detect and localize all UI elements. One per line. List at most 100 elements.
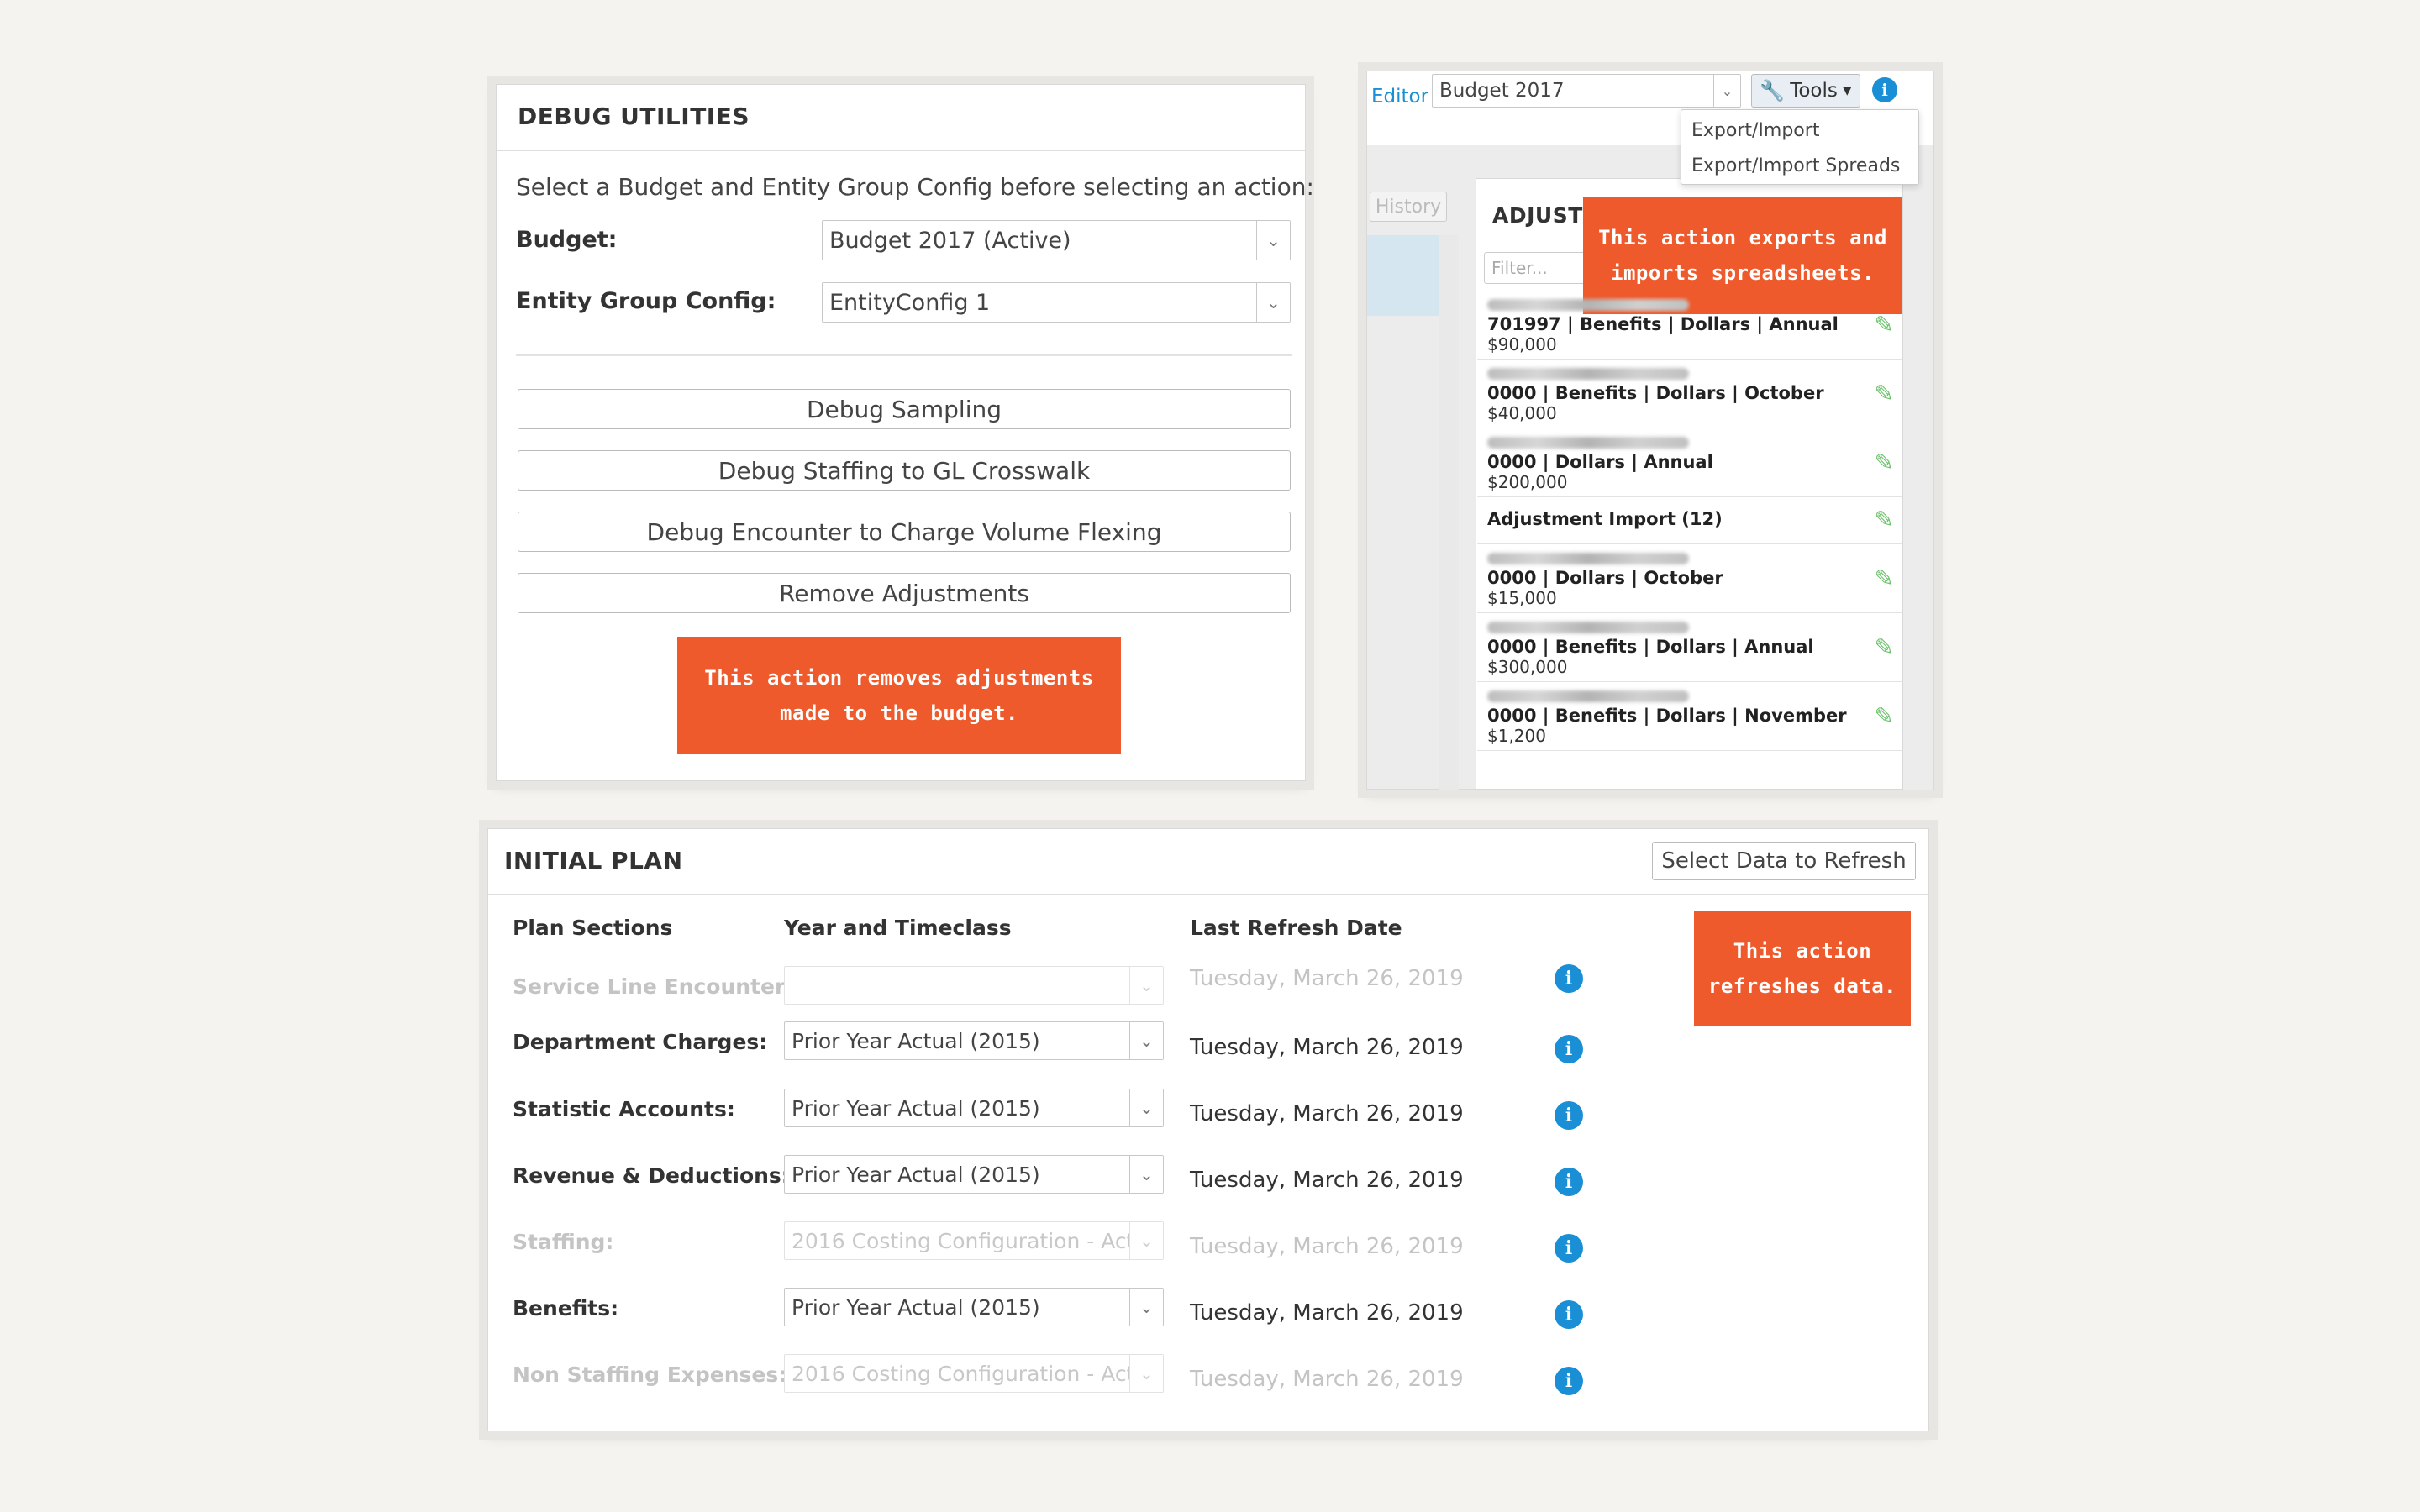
pencil-edit-icon[interactable]: ✎ <box>1875 564 1894 592</box>
entity-group-config-select[interactable]: EntityConfig 1 ⌄ <box>822 282 1291 323</box>
debug-encounter-charge-flexing-button[interactable]: Debug Encounter to Charge Volume Flexing <box>518 512 1291 552</box>
row-label-non-staffing-expenses: Non Staffing Expenses: <box>513 1362 787 1387</box>
refresh-date: Tuesday, March 26, 2019 <box>1190 1168 1464 1193</box>
list-item[interactable]: Adjustment Import (12) ✎ <box>1477 497 1906 544</box>
list-item[interactable]: 0000 | Dollars | October $15,000 ✎ <box>1477 544 1906 613</box>
select-value: Prior Year Actual (2015) <box>792 1294 1040 1320</box>
refresh-date: Tuesday, March 26, 2019 <box>1190 1300 1464 1326</box>
debug-sampling-button[interactable]: Debug Sampling <box>518 389 1291 429</box>
statistic-accounts-select[interactable]: Prior Year Actual (2015) ⌄ <box>784 1089 1164 1127</box>
caret-down-icon: ▼ <box>1842 84 1852 97</box>
refresh-data-callout: This action refreshes data. <box>1694 911 1911 1026</box>
adjustment-amount: $15,000 <box>1487 588 1557 608</box>
budget-label: Budget: <box>516 227 618 253</box>
budget-select-value: Budget 2017 (Active) <box>829 227 1071 254</box>
info-icon[interactable]: i <box>1555 1234 1583 1263</box>
adjustment-amount: $90,000 <box>1487 334 1557 354</box>
adjustment-title: 0000 | Benefits | Dollars | November <box>1487 706 1847 726</box>
menu-item-export-import-spreads[interactable]: Export/Import Spreads <box>1691 155 1900 176</box>
wrench-icon: 🔧 <box>1760 79 1786 102</box>
budget-select[interactable]: Budget 2017 (Active) ⌄ <box>822 220 1291 260</box>
adjustment-title: 0000 | Dollars | October <box>1487 568 1723 588</box>
select-value: 2016 Costing Configuration - Acti <box>792 1361 1141 1386</box>
non-staffing-expenses-select: 2016 Costing Configuration - Acti ⌄ <box>784 1354 1164 1393</box>
adjustment-amount: $200,000 <box>1487 472 1568 492</box>
refresh-date: Tuesday, March 26, 2019 <box>1190 966 1464 991</box>
adjustment-title: 0000 | Dollars | Annual <box>1487 452 1713 472</box>
adjustments-scrollbar[interactable] <box>1902 178 1933 790</box>
export-import-callout: This action exports and imports spreadsh… <box>1583 197 1902 314</box>
adjustment-amount: $1,200 <box>1487 726 1546 746</box>
list-item[interactable]: 0000 | Benefits | Dollars | November $1,… <box>1477 682 1906 751</box>
refresh-date: Tuesday, March 26, 2019 <box>1190 1035 1464 1060</box>
entity-select-value: EntityConfig 1 <box>829 289 991 316</box>
pencil-edit-icon[interactable]: ✎ <box>1875 506 1894 533</box>
refresh-date: Tuesday, March 26, 2019 <box>1190 1234 1464 1259</box>
info-icon[interactable]: i <box>1555 1367 1583 1395</box>
refresh-date: Tuesday, March 26, 2019 <box>1190 1367 1464 1392</box>
benefits-select[interactable]: Prior Year Actual (2015) ⌄ <box>784 1288 1164 1326</box>
refresh-date: Tuesday, March 26, 2019 <box>1190 1101 1464 1126</box>
revenue-deductions-select[interactable]: Prior Year Actual (2015) ⌄ <box>784 1155 1164 1194</box>
column-header-last-refresh: Last Refresh Date <box>1190 916 1402 940</box>
editor-budget-select[interactable]: Budget 2017 ⌄ <box>1432 74 1741 108</box>
info-icon[interactable]: i <box>1555 1300 1583 1329</box>
adjustment-title: 701997 | Benefits | Dollars | Annual <box>1487 314 1839 334</box>
tools-label: Tools <box>1790 80 1838 102</box>
select-data-to-refresh-button[interactable]: Select Data to Refresh <box>1652 842 1916 880</box>
entity-group-config-label: Entity Group Config: <box>516 288 776 314</box>
list-item[interactable]: 0000 | Dollars | Annual $200,000 ✎ <box>1477 428 1906 497</box>
tools-dropdown-menu: Export/Import Export/Import Spreads <box>1681 109 1919 185</box>
info-icon[interactable]: i <box>1555 1101 1583 1130</box>
debug-staffing-gl-crosswalk-button[interactable]: Debug Staffing to GL Crosswalk <box>518 450 1291 491</box>
info-icon[interactable]: i <box>1555 964 1583 993</box>
chevron-down-icon: ⌄ <box>1129 1355 1163 1392</box>
pencil-edit-icon[interactable]: ✎ <box>1875 633 1894 661</box>
adjustment-amount: $40,000 <box>1487 403 1557 423</box>
info-icon[interactable]: i <box>1555 1035 1583 1063</box>
select-value: 2016 Costing Configuration - Acti <box>792 1228 1141 1253</box>
pencil-edit-icon[interactable]: ✎ <box>1875 449 1894 476</box>
department-charges-select[interactable]: Prior Year Actual (2015) ⌄ <box>784 1021 1164 1060</box>
chevron-down-icon[interactable]: ⌄ <box>1129 1156 1163 1193</box>
select-value: Prior Year Actual (2015) <box>792 1095 1040 1121</box>
editor-info-icon[interactable]: i <box>1872 77 1897 102</box>
column-header-year-timeclass: Year and Timeclass <box>784 916 1012 940</box>
chevron-down-icon[interactable]: ⌄ <box>1256 221 1290 260</box>
list-item[interactable]: 701997 | Benefits | Dollars | Annual $90… <box>1477 299 1906 360</box>
chevron-down-icon[interactable]: ⌄ <box>1129 1089 1163 1126</box>
info-icon[interactable]: i <box>1555 1168 1583 1196</box>
tools-button[interactable]: 🔧 Tools ▼ <box>1751 74 1860 108</box>
row-label-department-charges: Department Charges: <box>513 1030 768 1054</box>
row-label-benefits: Benefits: <box>513 1296 619 1320</box>
remove-adjustments-button[interactable]: Remove Adjustments <box>518 573 1291 613</box>
list-item[interactable]: 0000 | Benefits | Dollars | October $40,… <box>1477 360 1906 428</box>
pencil-edit-icon[interactable]: ✎ <box>1875 311 1894 339</box>
column-header-plan-sections: Plan Sections <box>513 916 673 940</box>
debug-instruction: Select a Budget and Entity Group Config … <box>516 173 1314 201</box>
remove-adjustments-callout: This action removes adjustments made to … <box>677 637 1121 754</box>
chevron-down-icon: ⌄ <box>1129 967 1163 1004</box>
select-value: Prior Year Actual (2015) <box>792 1028 1040 1053</box>
menu-item-export-import[interactable]: Export/Import <box>1691 120 1819 141</box>
staffing-select: 2016 Costing Configuration - Acti ⌄ <box>784 1221 1164 1260</box>
editor-tab[interactable]: Editor <box>1371 86 1428 108</box>
editor-budget-value: Budget 2017 <box>1439 80 1565 102</box>
chevron-down-icon[interactable]: ⌄ <box>1129 1022 1163 1059</box>
chevron-down-icon[interactable]: ⌄ <box>1713 75 1740 107</box>
select-value: Prior Year Actual (2015) <box>792 1162 1040 1187</box>
list-item[interactable]: 0000 | Benefits | Dollars | Annual $300,… <box>1477 613 1906 682</box>
service-line-encounters-select: ⌄ <box>784 966 1164 1005</box>
history-tab[interactable]: History <box>1370 192 1447 222</box>
row-label-staffing: Staffing: <box>513 1230 614 1254</box>
chevron-down-icon[interactable]: ⌄ <box>1129 1289 1163 1326</box>
pencil-edit-icon[interactable]: ✎ <box>1875 380 1894 407</box>
initial-plan-title: INITIAL PLAN <box>504 847 683 874</box>
debug-divider <box>516 354 1292 356</box>
history-list-scrollbar[interactable] <box>1439 235 1459 790</box>
chevron-down-icon[interactable]: ⌄ <box>1256 283 1290 322</box>
chevron-down-icon: ⌄ <box>1129 1222 1163 1259</box>
pencil-edit-icon[interactable]: ✎ <box>1875 702 1894 730</box>
debug-utilities-title: DEBUG UTILITIES <box>518 102 750 130</box>
adjustment-amount: $300,000 <box>1487 657 1568 677</box>
